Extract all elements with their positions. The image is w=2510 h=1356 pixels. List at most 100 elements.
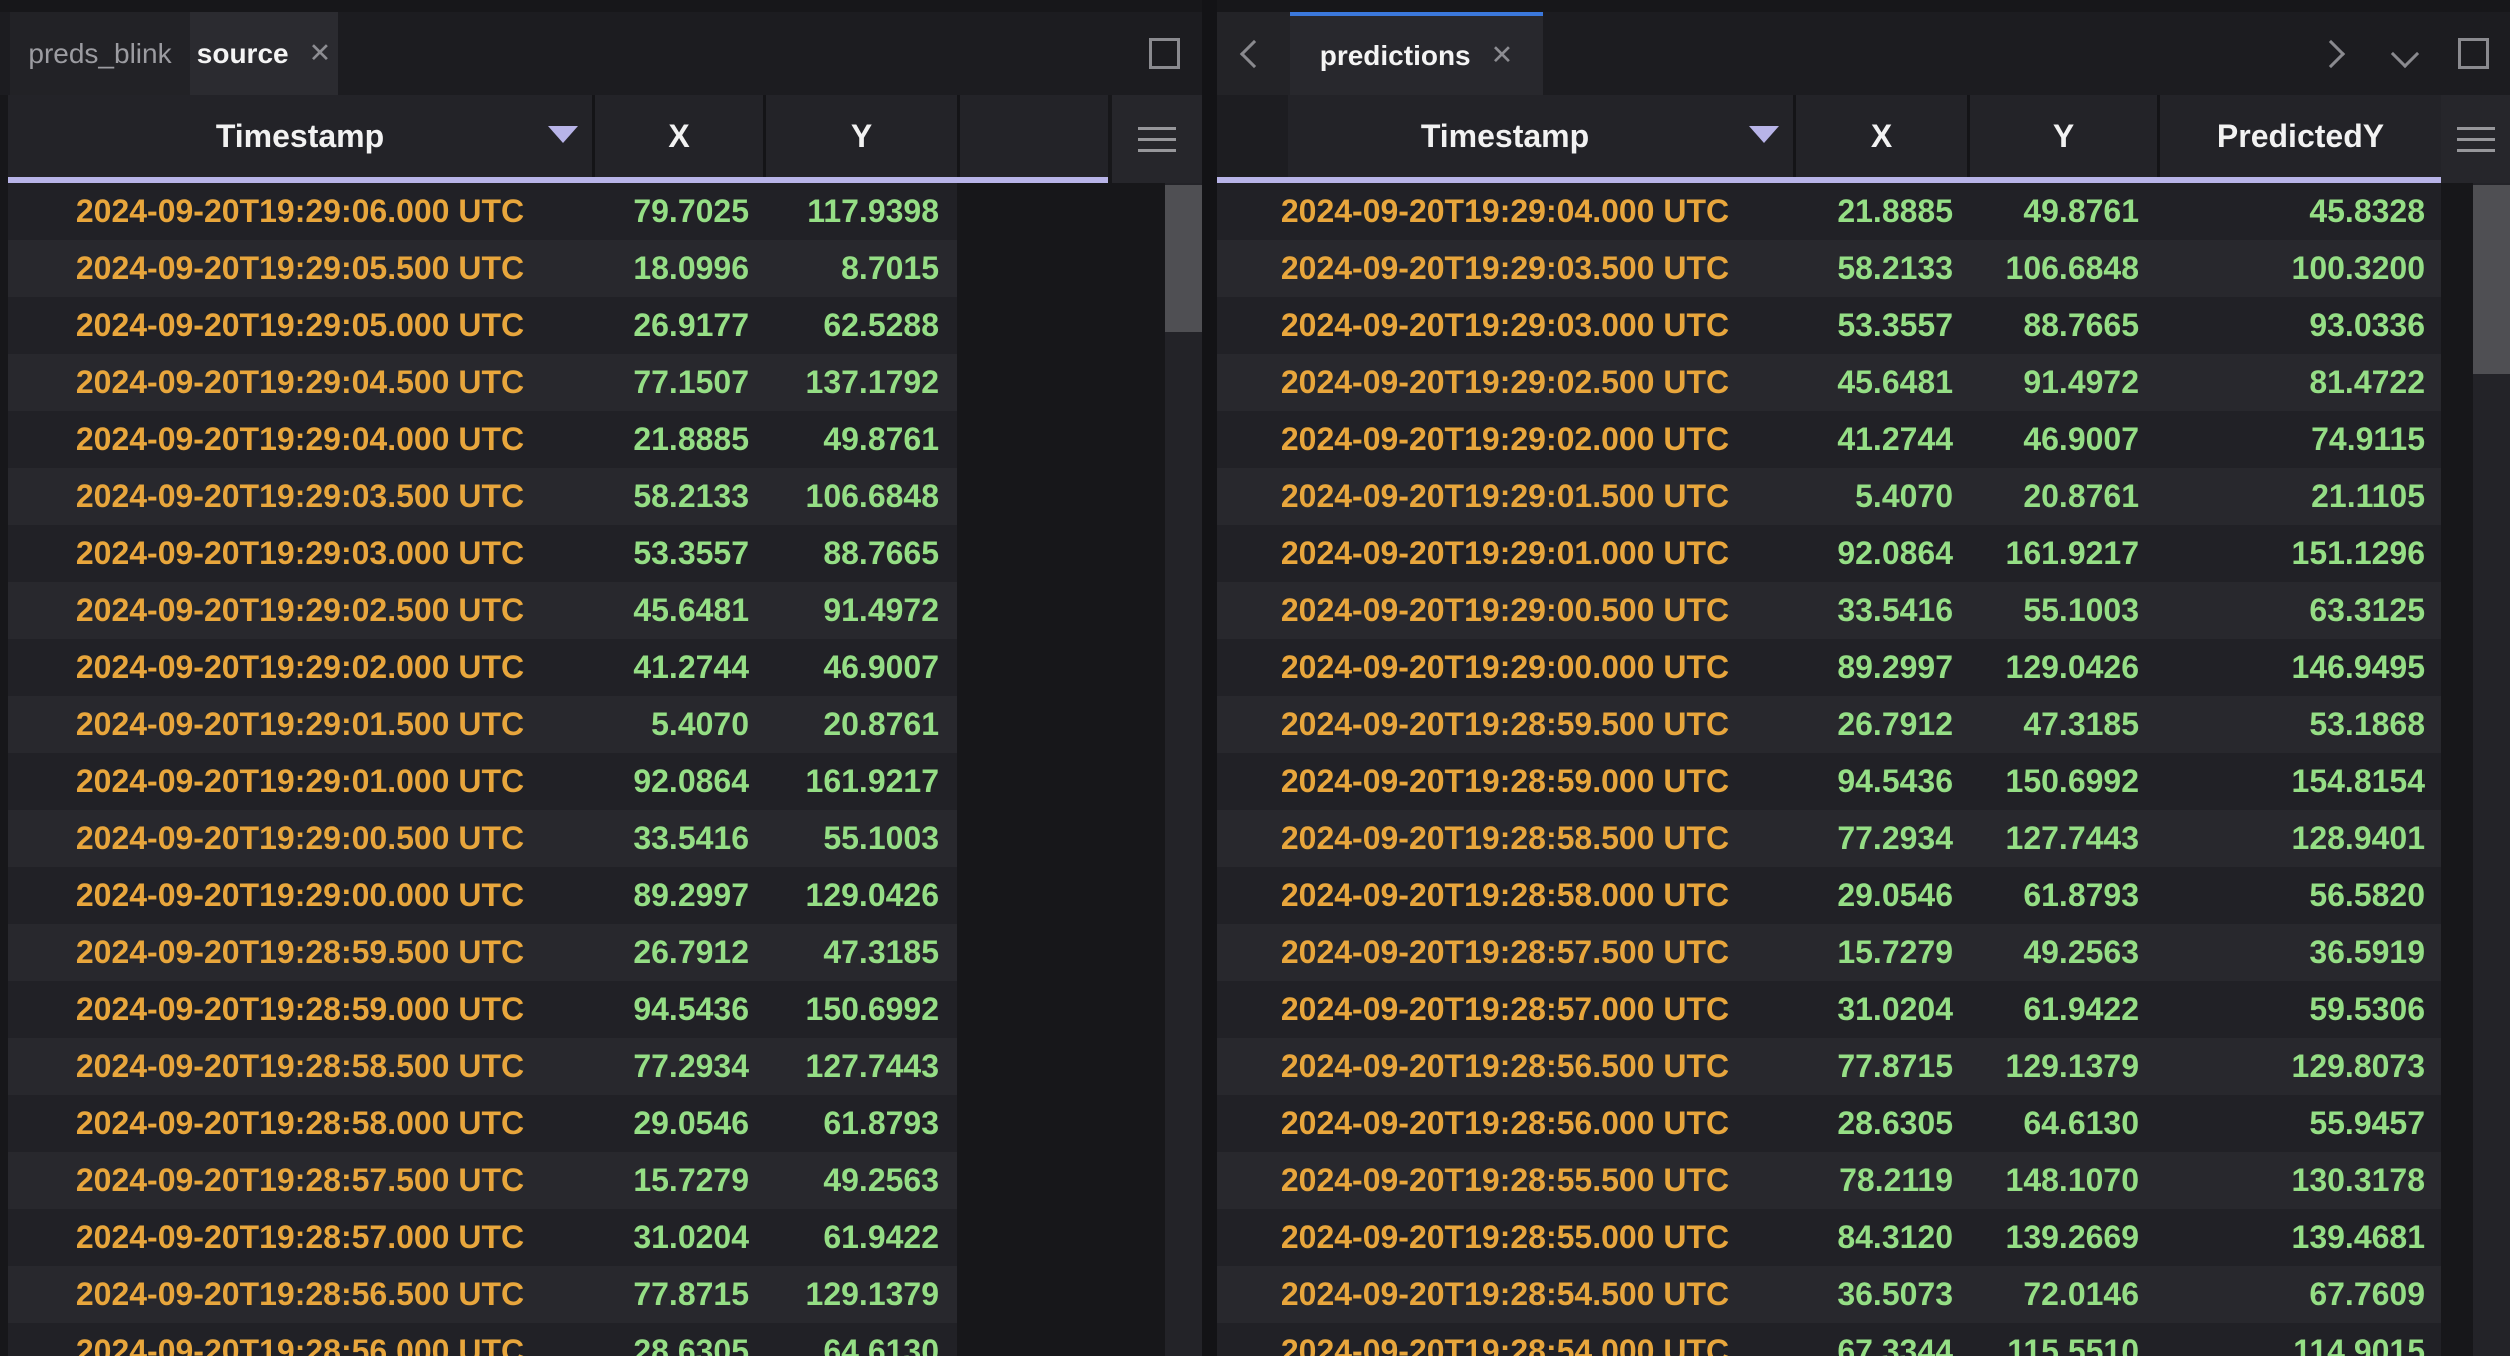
cell-y[interactable]: 106.6848	[1967, 250, 2157, 287]
cell-predictedy[interactable]: 81.4722	[2157, 364, 2441, 401]
cell-timestamp[interactable]: 2024-09-20T19:29:03.500 UTC	[8, 478, 592, 515]
close-icon[interactable]: ✕	[309, 40, 332, 67]
table-row[interactable]: 2024-09-20T19:29:02.500 UTC 45.6481 91.4…	[1217, 354, 2441, 411]
table-row[interactable]: 2024-09-20T19:28:59.000 UTC 94.5436 150.…	[8, 981, 957, 1038]
cell-timestamp[interactable]: 2024-09-20T19:28:56.500 UTC	[8, 1276, 592, 1313]
table-row[interactable]: 2024-09-20T19:29:02.000 UTC 41.2744 46.9…	[1217, 411, 2441, 468]
cell-x[interactable]: 29.0546	[1793, 877, 1967, 914]
table-row[interactable]: 2024-09-20T19:29:00.500 UTC 33.5416 55.1…	[1217, 582, 2441, 639]
table-row[interactable]: 2024-09-20T19:29:03.500 UTC 58.2133 106.…	[8, 468, 957, 525]
cell-timestamp[interactable]: 2024-09-20T19:28:58.000 UTC	[8, 1105, 592, 1142]
cell-y[interactable]: 61.8793	[763, 1105, 957, 1142]
cell-timestamp[interactable]: 2024-09-20T19:28:55.000 UTC	[1217, 1219, 1793, 1256]
cell-y[interactable]: 49.8761	[1967, 193, 2157, 230]
cell-predictedy[interactable]: 36.5919	[2157, 934, 2441, 971]
cell-y[interactable]: 88.7665	[1967, 307, 2157, 344]
table-row[interactable]: 2024-09-20T19:29:02.000 UTC 41.2744 46.9…	[8, 639, 957, 696]
table-row[interactable]: 2024-09-20T19:28:59.500 UTC 26.7912 47.3…	[1217, 696, 2441, 753]
cell-y[interactable]: 61.8793	[1967, 877, 2157, 914]
cell-predictedy[interactable]: 56.5820	[2157, 877, 2441, 914]
cell-y[interactable]: 49.2563	[1967, 934, 2157, 971]
cell-predictedy[interactable]: 53.1868	[2157, 706, 2441, 743]
cell-y[interactable]: 72.0146	[1967, 1276, 2157, 1313]
cell-y[interactable]: 49.8761	[763, 421, 957, 458]
cell-x[interactable]: 28.6305	[592, 1333, 763, 1356]
table-row[interactable]: 2024-09-20T19:29:05.000 UTC 26.9177 62.5…	[8, 297, 957, 354]
table-row[interactable]: 2024-09-20T19:28:58.000 UTC 29.0546 61.8…	[8, 1095, 957, 1152]
cell-timestamp[interactable]: 2024-09-20T19:29:02.500 UTC	[1217, 364, 1793, 401]
cell-timestamp[interactable]: 2024-09-20T19:29:00.000 UTC	[1217, 649, 1793, 686]
cell-predictedy[interactable]: 63.3125	[2157, 592, 2441, 629]
cell-timestamp[interactable]: 2024-09-20T19:28:59.500 UTC	[8, 934, 592, 971]
cell-y[interactable]: 55.1003	[1967, 592, 2157, 629]
cell-x[interactable]: 94.5436	[1793, 763, 1967, 800]
cell-x[interactable]: 89.2997	[1793, 649, 1967, 686]
cell-x[interactable]: 77.8715	[1793, 1048, 1967, 1085]
close-icon[interactable]: ✕	[1491, 42, 1514, 69]
table-row[interactable]: 2024-09-20T19:28:57.000 UTC 31.0204 61.9…	[8, 1209, 957, 1266]
cell-y[interactable]: 49.2563	[763, 1162, 957, 1199]
cell-timestamp[interactable]: 2024-09-20T19:29:06.000 UTC	[8, 193, 592, 230]
cell-timestamp[interactable]: 2024-09-20T19:29:01.500 UTC	[1217, 478, 1793, 515]
cell-y[interactable]: 64.6130	[763, 1333, 957, 1356]
cell-timestamp[interactable]: 2024-09-20T19:29:00.000 UTC	[8, 877, 592, 914]
cell-timestamp[interactable]: 2024-09-20T19:28:57.500 UTC	[8, 1162, 592, 1199]
cell-y[interactable]: 46.9007	[763, 649, 957, 686]
cell-predictedy[interactable]: 45.8328	[2157, 193, 2441, 230]
table-row[interactable]: 2024-09-20T19:29:03.500 UTC 58.2133 106.…	[1217, 240, 2441, 297]
cell-y[interactable]: 150.6992	[763, 991, 957, 1028]
cell-x[interactable]: 58.2133	[592, 478, 763, 515]
cell-timestamp[interactable]: 2024-09-20T19:28:59.000 UTC	[8, 991, 592, 1028]
cell-predictedy[interactable]: 128.9401	[2157, 820, 2441, 857]
cell-y[interactable]: 150.6992	[1967, 763, 2157, 800]
table-row[interactable]: 2024-09-20T19:28:56.000 UTC 28.6305 64.6…	[8, 1323, 957, 1356]
cell-x[interactable]: 77.1507	[592, 364, 763, 401]
table-row[interactable]: 2024-09-20T19:29:01.000 UTC 92.0864 161.…	[8, 753, 957, 810]
table-row[interactable]: 2024-09-20T19:28:58.500 UTC 77.2934 127.…	[8, 1038, 957, 1095]
cell-y[interactable]: 64.6130	[1967, 1105, 2157, 1142]
cell-x[interactable]: 41.2744	[1793, 421, 1967, 458]
cell-y[interactable]: 129.0426	[1967, 649, 2157, 686]
cell-predictedy[interactable]: 74.9115	[2157, 421, 2441, 458]
cell-timestamp[interactable]: 2024-09-20T19:29:04.000 UTC	[8, 421, 592, 458]
cell-y[interactable]: 117.9398	[763, 193, 957, 230]
cell-timestamp[interactable]: 2024-09-20T19:28:57.000 UTC	[1217, 991, 1793, 1028]
cell-timestamp[interactable]: 2024-09-20T19:28:58.500 UTC	[8, 1048, 592, 1085]
cell-y[interactable]: 129.0426	[763, 877, 957, 914]
cell-y[interactable]: 148.1070	[1967, 1162, 2157, 1199]
cell-y[interactable]: 55.1003	[763, 820, 957, 857]
cell-y[interactable]: 61.9422	[763, 1219, 957, 1256]
cell-x[interactable]: 58.2133	[1793, 250, 1967, 287]
table-row[interactable]: 2024-09-20T19:29:06.000 UTC 79.7025 117.…	[8, 183, 957, 240]
cell-timestamp[interactable]: 2024-09-20T19:29:03.000 UTC	[1217, 307, 1793, 344]
table-row[interactable]: 2024-09-20T19:29:00.500 UTC 33.5416 55.1…	[8, 810, 957, 867]
cell-x[interactable]: 26.7912	[592, 934, 763, 971]
cell-timestamp[interactable]: 2024-09-20T19:29:01.000 UTC	[8, 763, 592, 800]
scrollbar-thumb[interactable]	[1165, 185, 1202, 332]
table-row[interactable]: 2024-09-20T19:28:57.000 UTC 31.0204 61.9…	[1217, 981, 2441, 1038]
table-row[interactable]: 2024-09-20T19:28:55.000 UTC 84.3120 139.…	[1217, 1209, 2441, 1266]
cell-y[interactable]: 127.7443	[1967, 820, 2157, 857]
cell-y[interactable]: 20.8761	[1967, 478, 2157, 515]
cell-x[interactable]: 92.0864	[592, 763, 763, 800]
cell-timestamp[interactable]: 2024-09-20T19:29:02.000 UTC	[1217, 421, 1793, 458]
vertical-scrollbar[interactable]	[2473, 183, 2510, 1356]
cell-timestamp[interactable]: 2024-09-20T19:28:57.500 UTC	[1217, 934, 1793, 971]
column-header-y[interactable]: Y	[1970, 95, 2157, 177]
table-row[interactable]: 2024-09-20T19:28:59.500 UTC 26.7912 47.3…	[8, 924, 957, 981]
cell-timestamp[interactable]: 2024-09-20T19:29:05.500 UTC	[8, 250, 592, 287]
cell-timestamp[interactable]: 2024-09-20T19:28:58.000 UTC	[1217, 877, 1793, 914]
cell-timestamp[interactable]: 2024-09-20T19:28:56.000 UTC	[1217, 1105, 1793, 1142]
cell-timestamp[interactable]: 2024-09-20T19:28:58.500 UTC	[1217, 820, 1793, 857]
back-button[interactable]	[1217, 12, 1290, 95]
cell-timestamp[interactable]: 2024-09-20T19:29:03.500 UTC	[1217, 250, 1793, 287]
table-row[interactable]: 2024-09-20T19:29:00.000 UTC 89.2997 129.…	[1217, 639, 2441, 696]
cell-x[interactable]: 41.2744	[592, 649, 763, 686]
table-row[interactable]: 2024-09-20T19:29:01.500 UTC 5.4070 20.87…	[1217, 468, 2441, 525]
cell-predictedy[interactable]: 129.8073	[2157, 1048, 2441, 1085]
cell-x[interactable]: 33.5416	[592, 820, 763, 857]
cell-x[interactable]: 33.5416	[1793, 592, 1967, 629]
cell-predictedy[interactable]: 67.7609	[2157, 1276, 2441, 1313]
maximize-button[interactable]	[2443, 12, 2503, 95]
table-row[interactable]: 2024-09-20T19:28:57.500 UTC 15.7279 49.2…	[8, 1152, 957, 1209]
